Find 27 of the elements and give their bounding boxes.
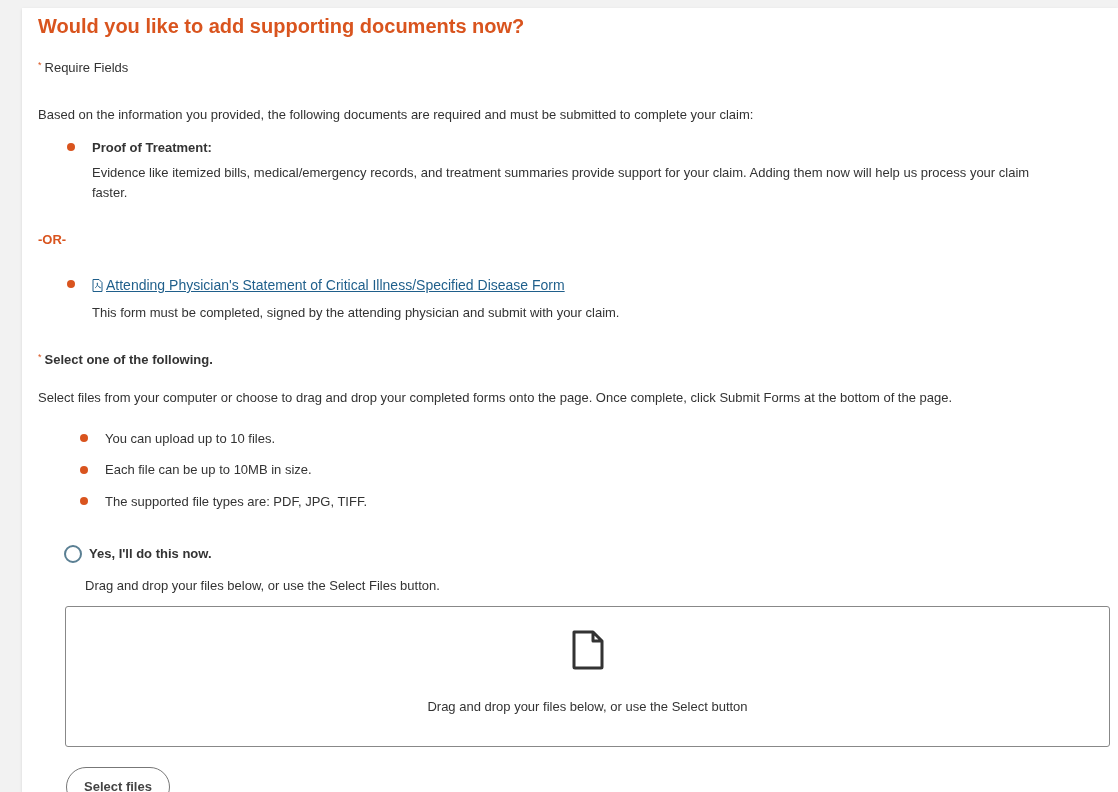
page-heading: Would you like to add supporting documents now? xyxy=(38,14,526,39)
rule-text: You can upload up to 10 files. xyxy=(105,429,276,448)
rule-text: The supported file types are: PDF, JPG, TIFF. xyxy=(105,492,368,511)
required-asterisk: * xyxy=(38,350,42,364)
bullet-icon xyxy=(67,280,75,288)
rule-text: Each file can be up to 10MB in size. xyxy=(105,461,312,479)
option-label: Yes, I'll do this now. xyxy=(89,545,212,563)
drop-zone[interactable]: Drag and drop your files below, or use the Select button xyxy=(65,606,1110,747)
bullet-icon xyxy=(80,497,88,506)
prompt-text: Select one of the following. xyxy=(44,350,213,369)
document-description: Evidence like itemized bills, medical/emergency records, and treatment summaries provide support for your claim. Adding them now will help us process your claim faster. xyxy=(92,163,1031,202)
required-asterisk: * xyxy=(38,59,42,72)
pdf-file-icon xyxy=(92,279,103,292)
required-fields-note: Require Fields xyxy=(44,59,129,77)
file-icon xyxy=(570,629,605,671)
document-title: Proof of Treatment: xyxy=(92,139,213,157)
option-hint: Drag and drop your files below, or use the Select Files button. xyxy=(84,576,441,595)
instructions-text: Select files from your computer or choose to drag and drop your completed forms onto the page. Once complete, click Submit Forms at the bottom of the page. xyxy=(38,389,954,407)
bullet-icon xyxy=(67,143,75,151)
intro-text: Based on the information you provided, the following documents are required and must be submitted to complete your claim: xyxy=(38,105,755,124)
radio-button[interactable] xyxy=(64,544,82,563)
drop-zone-text: Drag and drop your files below, or use the Select button xyxy=(427,698,748,716)
bullet-icon xyxy=(80,465,88,474)
bullet-icon xyxy=(80,434,88,443)
form-link[interactable]: Attending Physician's Statement of Critical Illness/Specified Disease Form xyxy=(92,275,565,296)
document-description: This form must be completed, signed by the attending physician and submit with your claim. xyxy=(92,303,621,322)
or-separator: -OR- xyxy=(38,230,68,249)
